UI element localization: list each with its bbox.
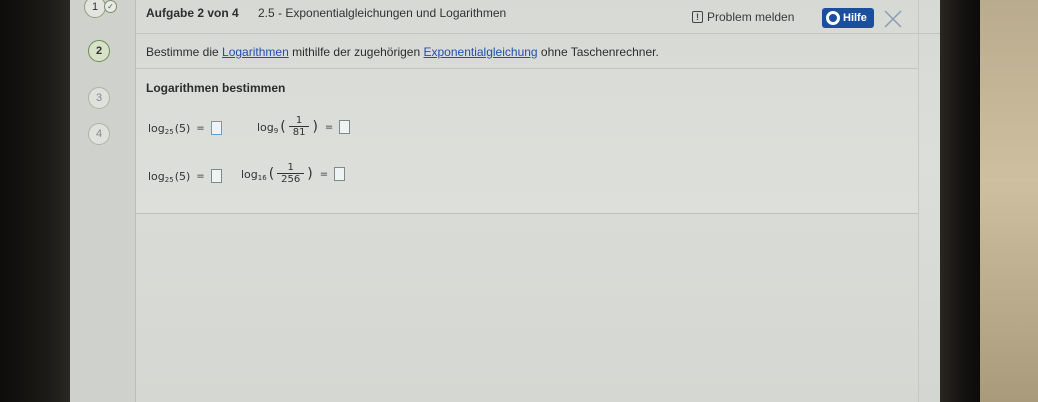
equals-sign: = <box>319 168 329 180</box>
help-button[interactable]: Hilfe <box>822 8 874 28</box>
equation-4: log 16( 1 256 ) = <box>241 162 346 186</box>
report-flag-icon: ! <box>692 11 703 23</box>
log-text: log <box>148 169 165 183</box>
open-paren: ( <box>280 119 286 135</box>
log-base: 25 <box>164 176 174 184</box>
equals-sign: = <box>324 121 334 133</box>
answer-input-3[interactable] <box>210 169 222 183</box>
fraction-denominator: 81 <box>288 126 310 139</box>
report-problem-label: Problem melden <box>707 10 795 24</box>
header-bar: Aufgabe 2 von 4 2.5 - Exponentialgleichu… <box>136 0 940 34</box>
log-argument: (5) <box>174 169 191 183</box>
log-text: log <box>241 167 258 181</box>
exponentialgleichung-link[interactable]: Exponentialgleichung <box>424 45 538 59</box>
equation-3: log 25 (5) = <box>148 169 222 184</box>
answer-input-4[interactable] <box>334 167 346 181</box>
log-text: log <box>257 120 274 134</box>
step-3[interactable]: 3 <box>88 87 110 109</box>
answer-input-1[interactable] <box>210 121 222 135</box>
desk-background <box>980 0 1038 402</box>
instruction-text-1: Bestimme die <box>146 45 223 59</box>
exercise-panel: Logarithmen bestimmen log 25 (5) = log 9( 1… <box>136 68 918 214</box>
open-paren: ( <box>268 166 275 182</box>
fraction: 1 81 <box>288 115 310 139</box>
lifebuoy-icon <box>826 11 840 25</box>
fraction-denominator: 256 <box>277 173 305 186</box>
task-instruction: Bestimme die Logarithmen mithilfe der zu… <box>146 45 659 59</box>
fraction-numerator: 1 <box>287 162 294 173</box>
equation-2: log 9( 1 81 ) = <box>257 115 351 139</box>
step-1[interactable]: 1 <box>84 0 106 18</box>
help-label: Hilfe <box>843 12 867 24</box>
workspace-area <box>136 215 918 402</box>
log-text: log <box>148 121 165 135</box>
report-problem-button[interactable]: ! Problem melden <box>692 10 794 24</box>
instruction-text-2: mithilfe der zugehörigen <box>288 45 424 59</box>
section-title: 2.5 - Exponentialgleichungen und Logarit… <box>258 6 507 20</box>
fraction: 1 256 <box>277 162 305 186</box>
equals-sign: = <box>196 170 205 182</box>
content-divider <box>918 0 919 402</box>
step-1-status-icon: ✓ <box>104 0 117 13</box>
answer-input-2[interactable] <box>339 120 351 134</box>
step-4[interactable]: 4 <box>88 123 110 145</box>
log-base: 25 <box>164 128 174 136</box>
logarithmen-link[interactable]: Logarithmen <box>222 45 289 59</box>
log-base: 16 <box>257 174 267 182</box>
screen: 1 ✓ 2 3 4 Aufgabe 2 von 4 2.5 - Exponent… <box>70 0 940 402</box>
main-content: Aufgabe 2 von 4 2.5 - Exponentialgleichu… <box>136 0 940 402</box>
equals-sign: = <box>196 122 205 134</box>
task-counter: Aufgabe 2 von 4 <box>146 6 239 20</box>
equation-1: log 25 (5) = <box>148 121 222 136</box>
step-navigation: 1 ✓ 2 3 4 <box>70 0 136 402</box>
monitor-bezel-right <box>940 0 980 402</box>
close-paren: ) <box>307 166 313 182</box>
close-paren: ) <box>312 119 318 135</box>
close-icon[interactable] <box>882 8 904 30</box>
log-argument: (5) <box>174 121 191 135</box>
step-2[interactable]: 2 <box>88 40 110 62</box>
log-base: 9 <box>273 127 279 135</box>
fraction-numerator: 1 <box>295 115 303 126</box>
exercise-title: Logarithmen bestimmen <box>146 81 286 95</box>
monitor-bezel-left <box>0 0 70 402</box>
instruction-text-3: ohne Taschenrechner. <box>537 45 659 59</box>
